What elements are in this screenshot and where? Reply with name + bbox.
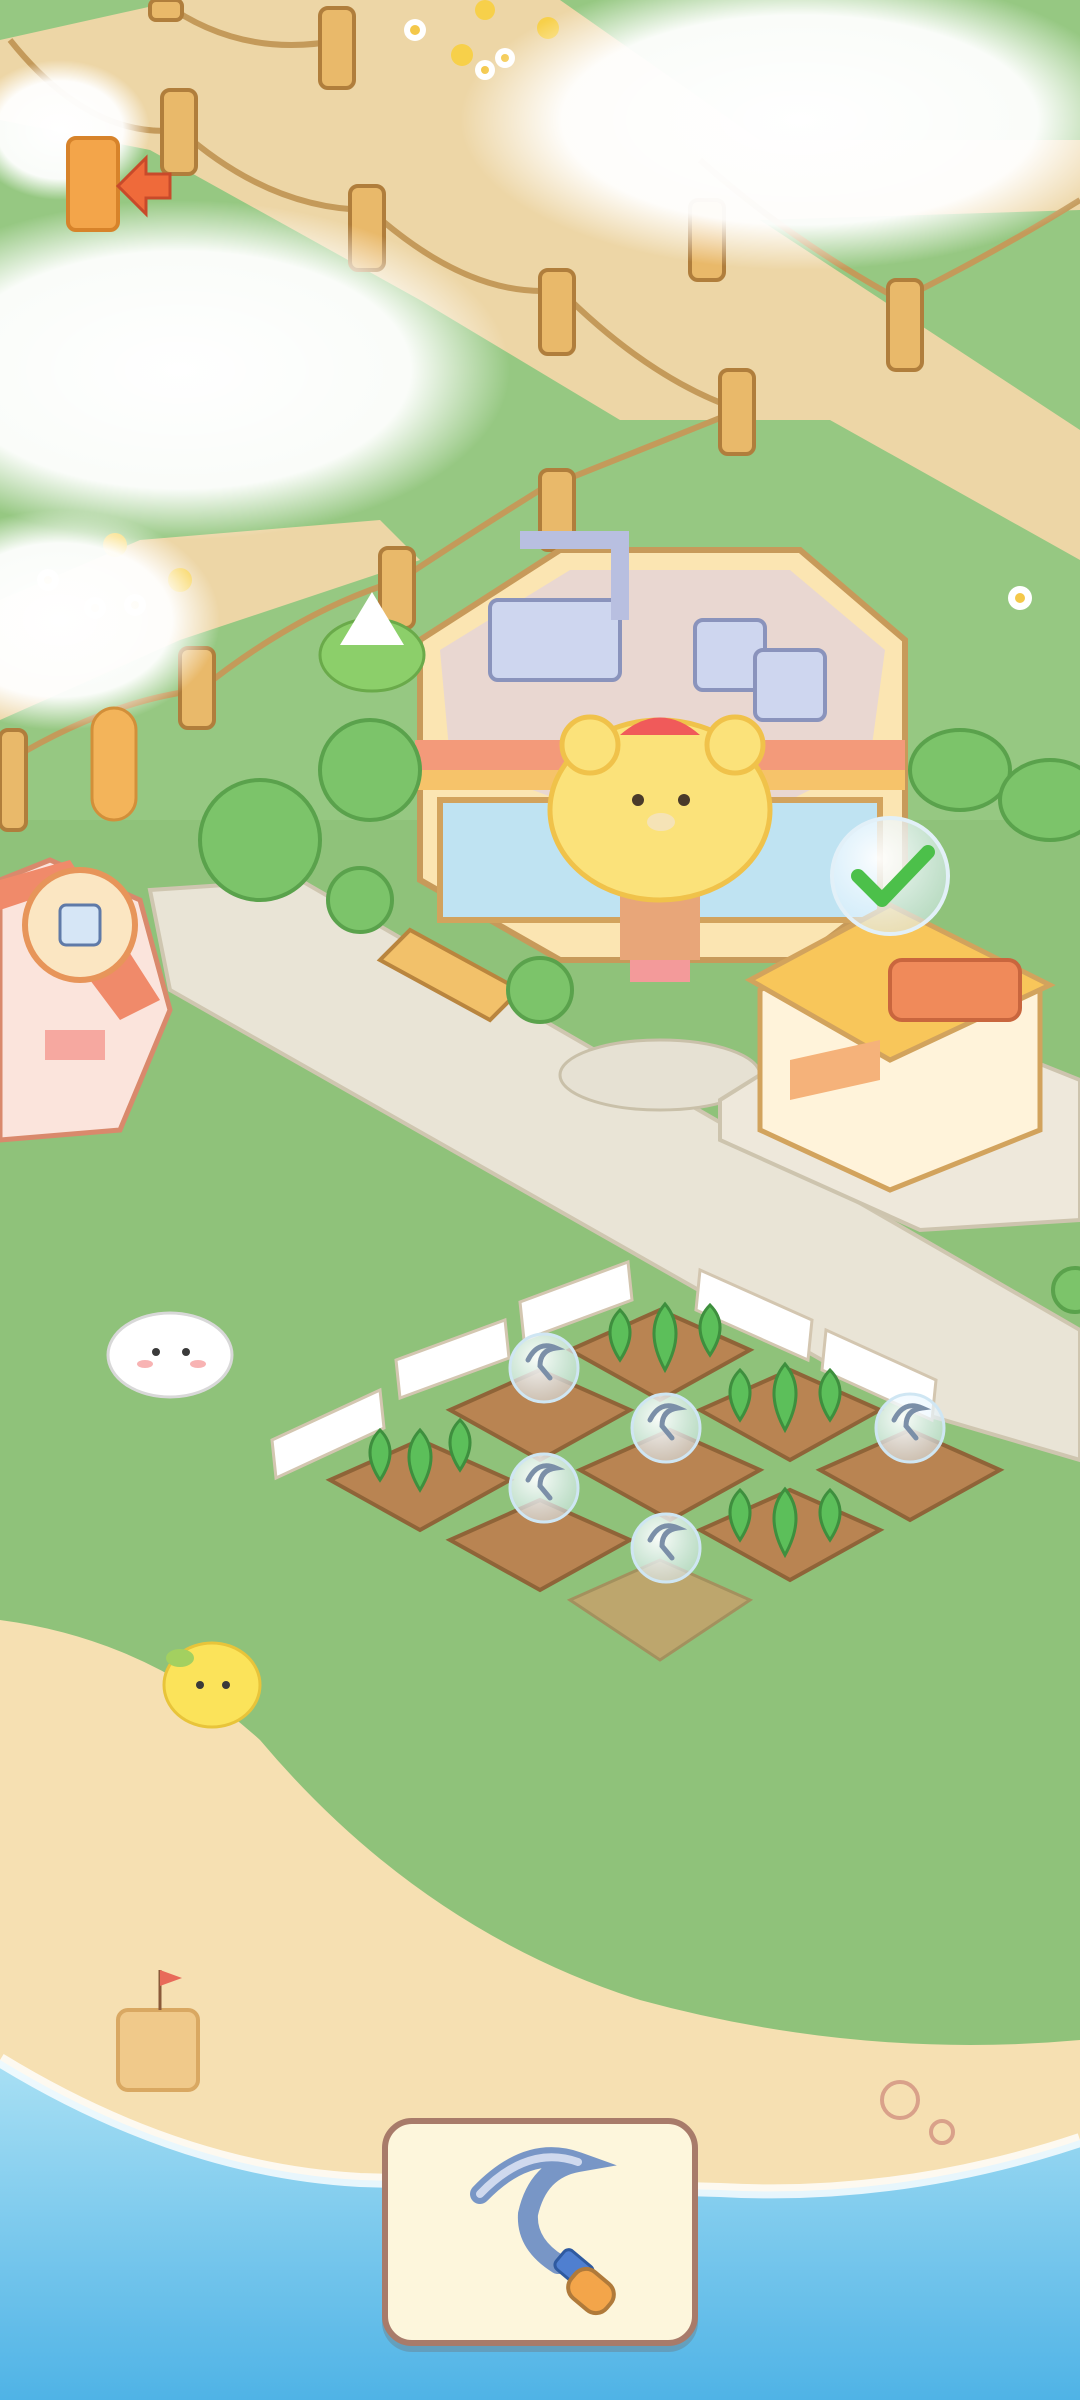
harvest-bubble[interactable] [630, 1392, 702, 1464]
game-scene[interactable] [0, 0, 1080, 2400]
lemon-creature[interactable] [162, 1641, 262, 1729]
tool-slot-button[interactable] [382, 2118, 698, 2346]
confirm-bubble[interactable] [830, 816, 950, 936]
harvest-bubble[interactable] [630, 1512, 702, 1584]
harvest-bubble[interactable] [508, 1332, 580, 1404]
sickle-icon [470, 2147, 617, 2316]
harvest-bubble[interactable] [508, 1452, 580, 1524]
exit-door-arrow-icon [66, 136, 172, 232]
sausage-creature[interactable] [90, 706, 138, 822]
exit-button[interactable] [58, 128, 176, 246]
cloud-creature[interactable] [106, 1311, 234, 1399]
harvest-bubble[interactable] [874, 1392, 946, 1464]
bear-mascot-sign [547, 714, 773, 903]
